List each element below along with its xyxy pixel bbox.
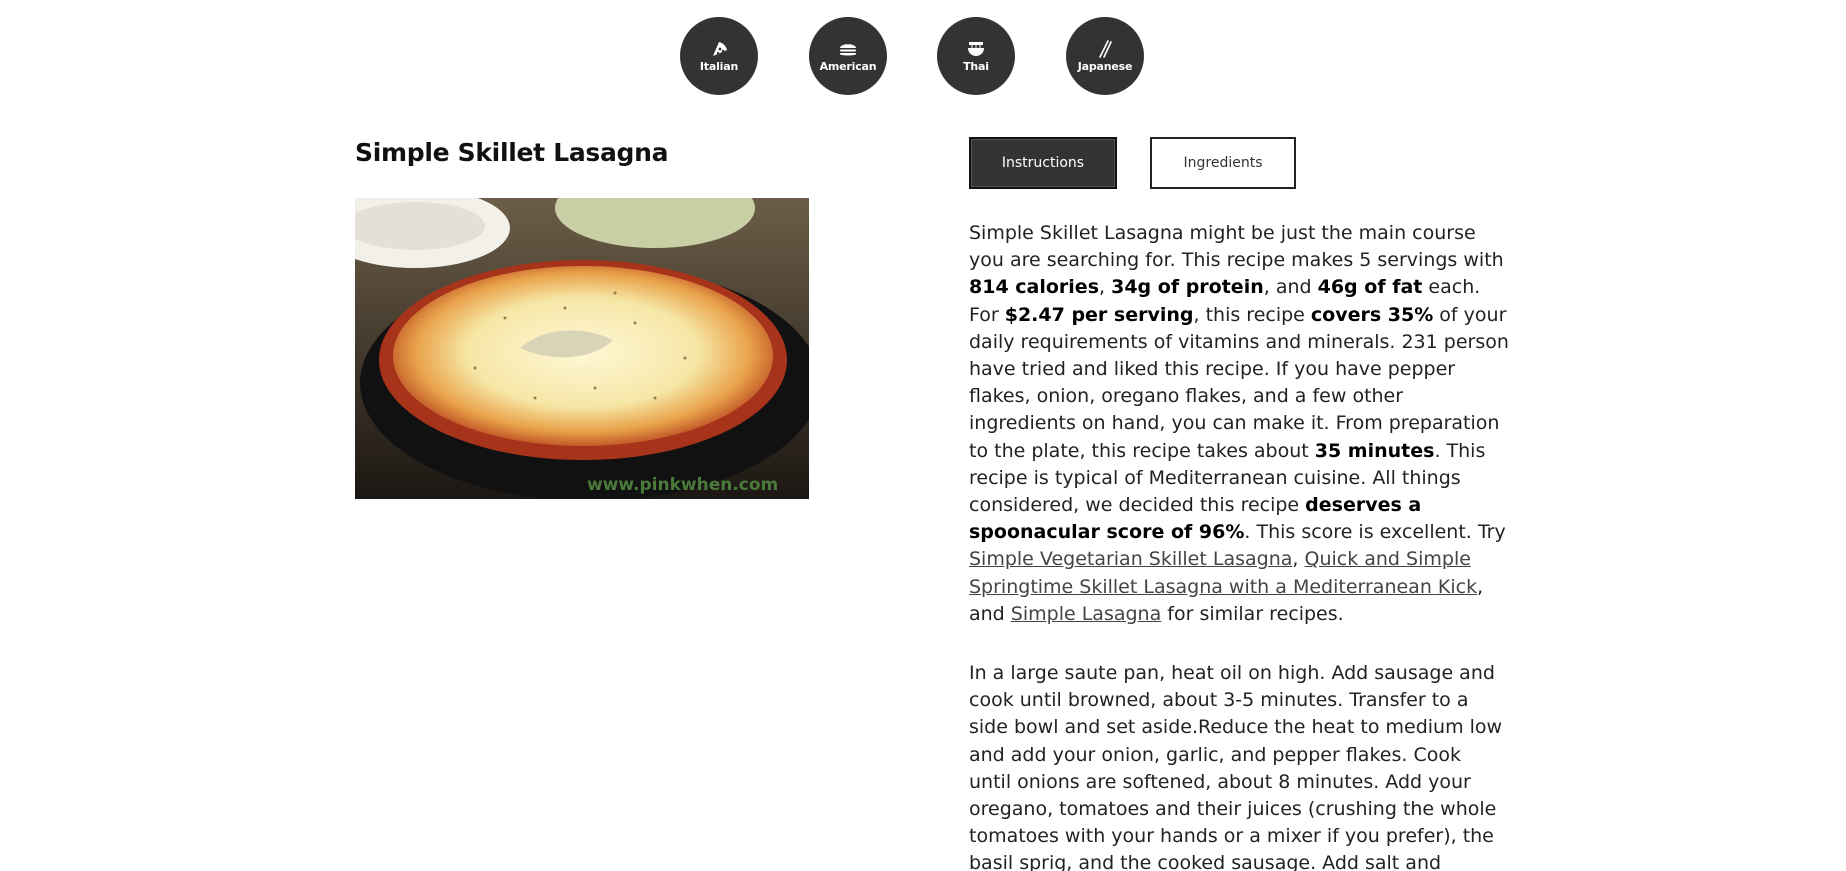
cuisine-label: American	[819, 59, 877, 73]
instructions-text: In a large saute pan, heat oil on high. …	[969, 662, 1503, 871]
recipe-title: Simple Skillet Lasagna	[355, 138, 669, 167]
summary-text: ,	[1292, 548, 1305, 571]
summary-text: , and	[1263, 276, 1318, 299]
similar-recipe-link[interactable]: Simple Lasagna	[1011, 603, 1161, 625]
summary-text: of your daily requirements of vitamins a…	[969, 303, 1509, 462]
cuisine-american-button[interactable]: American	[809, 17, 887, 95]
cuisine-label: Italian	[699, 59, 739, 73]
time-value: 35 minutes	[1314, 439, 1435, 462]
summary-text: . This score is excellent. Try	[1244, 521, 1506, 544]
cuisine-thai-button[interactable]: Thai	[937, 17, 1015, 95]
cuisine-japanese-button[interactable]: Japanese	[1066, 17, 1144, 95]
cuisine-label: Japanese	[1077, 59, 1133, 73]
pizza-icon	[713, 41, 727, 56]
summary-text: for similar recipes.	[1161, 602, 1344, 625]
coverage-value: covers 35%	[1310, 303, 1434, 326]
burger-icon	[840, 43, 856, 55]
chopsticks-icon	[1099, 39, 1112, 58]
recipe-content: Simple Skillet Lasagna might be just the…	[969, 220, 1509, 871]
fat-value: 46g of fat	[1317, 276, 1423, 299]
calories-value: 814 calories	[969, 276, 1100, 299]
tab-ingredients[interactable]: Ingredients	[1150, 137, 1296, 189]
tab-instructions[interactable]: Instructions	[969, 137, 1117, 189]
summary-text: , this recipe	[1193, 303, 1311, 326]
summary-text: Simple Skillet Lasagna might be just the…	[969, 222, 1504, 272]
similar-recipe-link[interactable]: Simple Vegetarian Skillet Lasagna	[969, 548, 1292, 570]
summary-text: ,	[1099, 276, 1112, 299]
image-watermark: www.pinkwhen.com	[587, 475, 778, 495]
recipe-summary: Simple Skillet Lasagna might be just the…	[969, 220, 1509, 628]
cuisine-italian-button[interactable]: Italian	[680, 17, 758, 95]
recipe-image: www.pinkwhen.com	[355, 198, 809, 499]
cuisine-nav: Italian American Thai Japanese	[0, 17, 1846, 95]
price-value: $2.47 per serving	[1004, 303, 1194, 326]
noodle-bowl-icon	[968, 41, 984, 56]
protein-value: 34g of protein	[1111, 276, 1264, 299]
cuisine-label: Thai	[963, 59, 989, 73]
